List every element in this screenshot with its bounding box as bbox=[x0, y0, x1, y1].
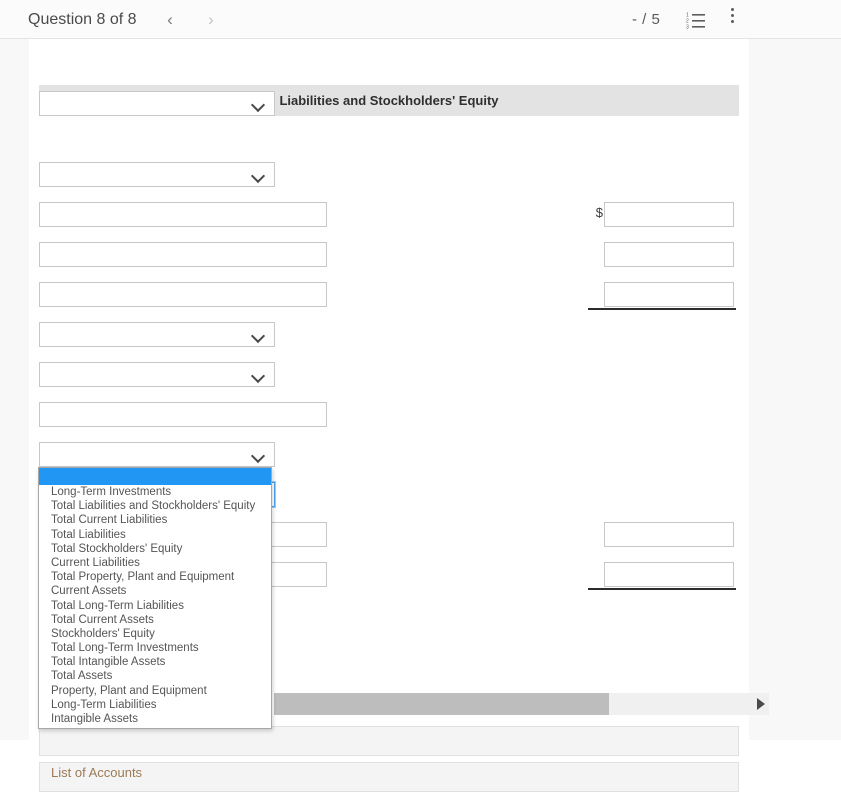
dropdown-option[interactable]: Current Liabilities bbox=[39, 556, 271, 570]
menu-dot bbox=[730, 20, 734, 23]
menu-dot bbox=[730, 8, 734, 11]
amount-input-4[interactable] bbox=[604, 522, 734, 547]
amount-input-5[interactable] bbox=[604, 562, 734, 587]
amount-input-3[interactable] bbox=[604, 282, 734, 307]
account-label-input-2[interactable] bbox=[39, 242, 327, 267]
subtotal-rule-1 bbox=[588, 308, 736, 310]
account-select-3[interactable] bbox=[39, 322, 275, 347]
dropdown-options-container: Long-Term Investments Total Liabilities a… bbox=[39, 485, 271, 726]
dropdown-option[interactable]: Total Assets bbox=[39, 669, 271, 683]
account-select-5[interactable] bbox=[39, 442, 275, 467]
dropdown-option[interactable]: Total Intangible Assets bbox=[39, 655, 271, 669]
lower-panel-secondary bbox=[39, 762, 739, 792]
subtotal-rule-2 bbox=[588, 588, 736, 590]
dropdown-option-blank-selected[interactable] bbox=[39, 468, 271, 485]
dropdown-option[interactable]: Long-Term Liabilities bbox=[39, 698, 271, 712]
list-of-accounts-link[interactable]: List of Accounts bbox=[51, 765, 142, 780]
account-dropdown-list[interactable]: Long-Term Investments Total Liabilities a… bbox=[38, 467, 272, 730]
dropdown-option[interactable]: Total Property, Plant and Equipment bbox=[39, 570, 271, 584]
account-label-input-4[interactable] bbox=[39, 402, 327, 427]
dropdown-option[interactable]: Long-Term Investments bbox=[39, 485, 271, 499]
currency-symbol: $ bbox=[595, 205, 603, 220]
dropdown-option[interactable]: Current Assets bbox=[39, 584, 271, 598]
dropdown-option[interactable]: Total Current Liabilities bbox=[39, 513, 271, 527]
dropdown-option[interactable]: Intangible Assets bbox=[39, 712, 271, 726]
score-display: - / 5 bbox=[632, 11, 661, 28]
svg-text:3: 3 bbox=[686, 25, 689, 31]
lower-panel-primary bbox=[39, 726, 739, 756]
account-select-1[interactable] bbox=[39, 91, 275, 116]
question-toolbar: Question 8 of 8 ‹ › - / 5 1 2 3 bbox=[0, 0, 841, 39]
dropdown-option[interactable]: Property, Plant and Equipment bbox=[39, 684, 271, 698]
horizontal-scrollbar[interactable] bbox=[274, 693, 769, 715]
chevron-right-icon[interactable]: › bbox=[198, 0, 224, 39]
amount-input-1[interactable] bbox=[604, 202, 734, 227]
chevron-left-icon[interactable]: ‹ bbox=[157, 0, 183, 39]
overflow-menu-icon[interactable] bbox=[723, 8, 741, 32]
dropdown-option[interactable]: Total Current Assets bbox=[39, 613, 271, 627]
account-select-2[interactable] bbox=[39, 162, 275, 187]
dropdown-option[interactable]: Total Long-Term Liabilities bbox=[39, 599, 271, 613]
page-title: Question 8 of 8 bbox=[28, 11, 137, 28]
menu-dot bbox=[730, 14, 734, 17]
dropdown-option[interactable]: Total Liabilities bbox=[39, 528, 271, 542]
account-label-input-3[interactable] bbox=[39, 282, 327, 307]
scrollbar-thumb[interactable] bbox=[274, 693, 609, 715]
account-select-4[interactable] bbox=[39, 362, 275, 387]
amount-input-2[interactable] bbox=[604, 242, 734, 267]
numbered-list-icon[interactable]: 1 2 3 bbox=[686, 10, 706, 31]
dropdown-option[interactable]: Total Long-Term Investments bbox=[39, 641, 271, 655]
dropdown-option[interactable]: Total Liabilities and Stockholders' Equi… bbox=[39, 499, 271, 513]
account-label-input-1[interactable] bbox=[39, 202, 327, 227]
dropdown-option[interactable]: Stockholders' Equity bbox=[39, 627, 271, 641]
dropdown-option[interactable]: Total Stockholders' Equity bbox=[39, 542, 271, 556]
scroll-right-arrow-icon[interactable] bbox=[757, 698, 765, 710]
